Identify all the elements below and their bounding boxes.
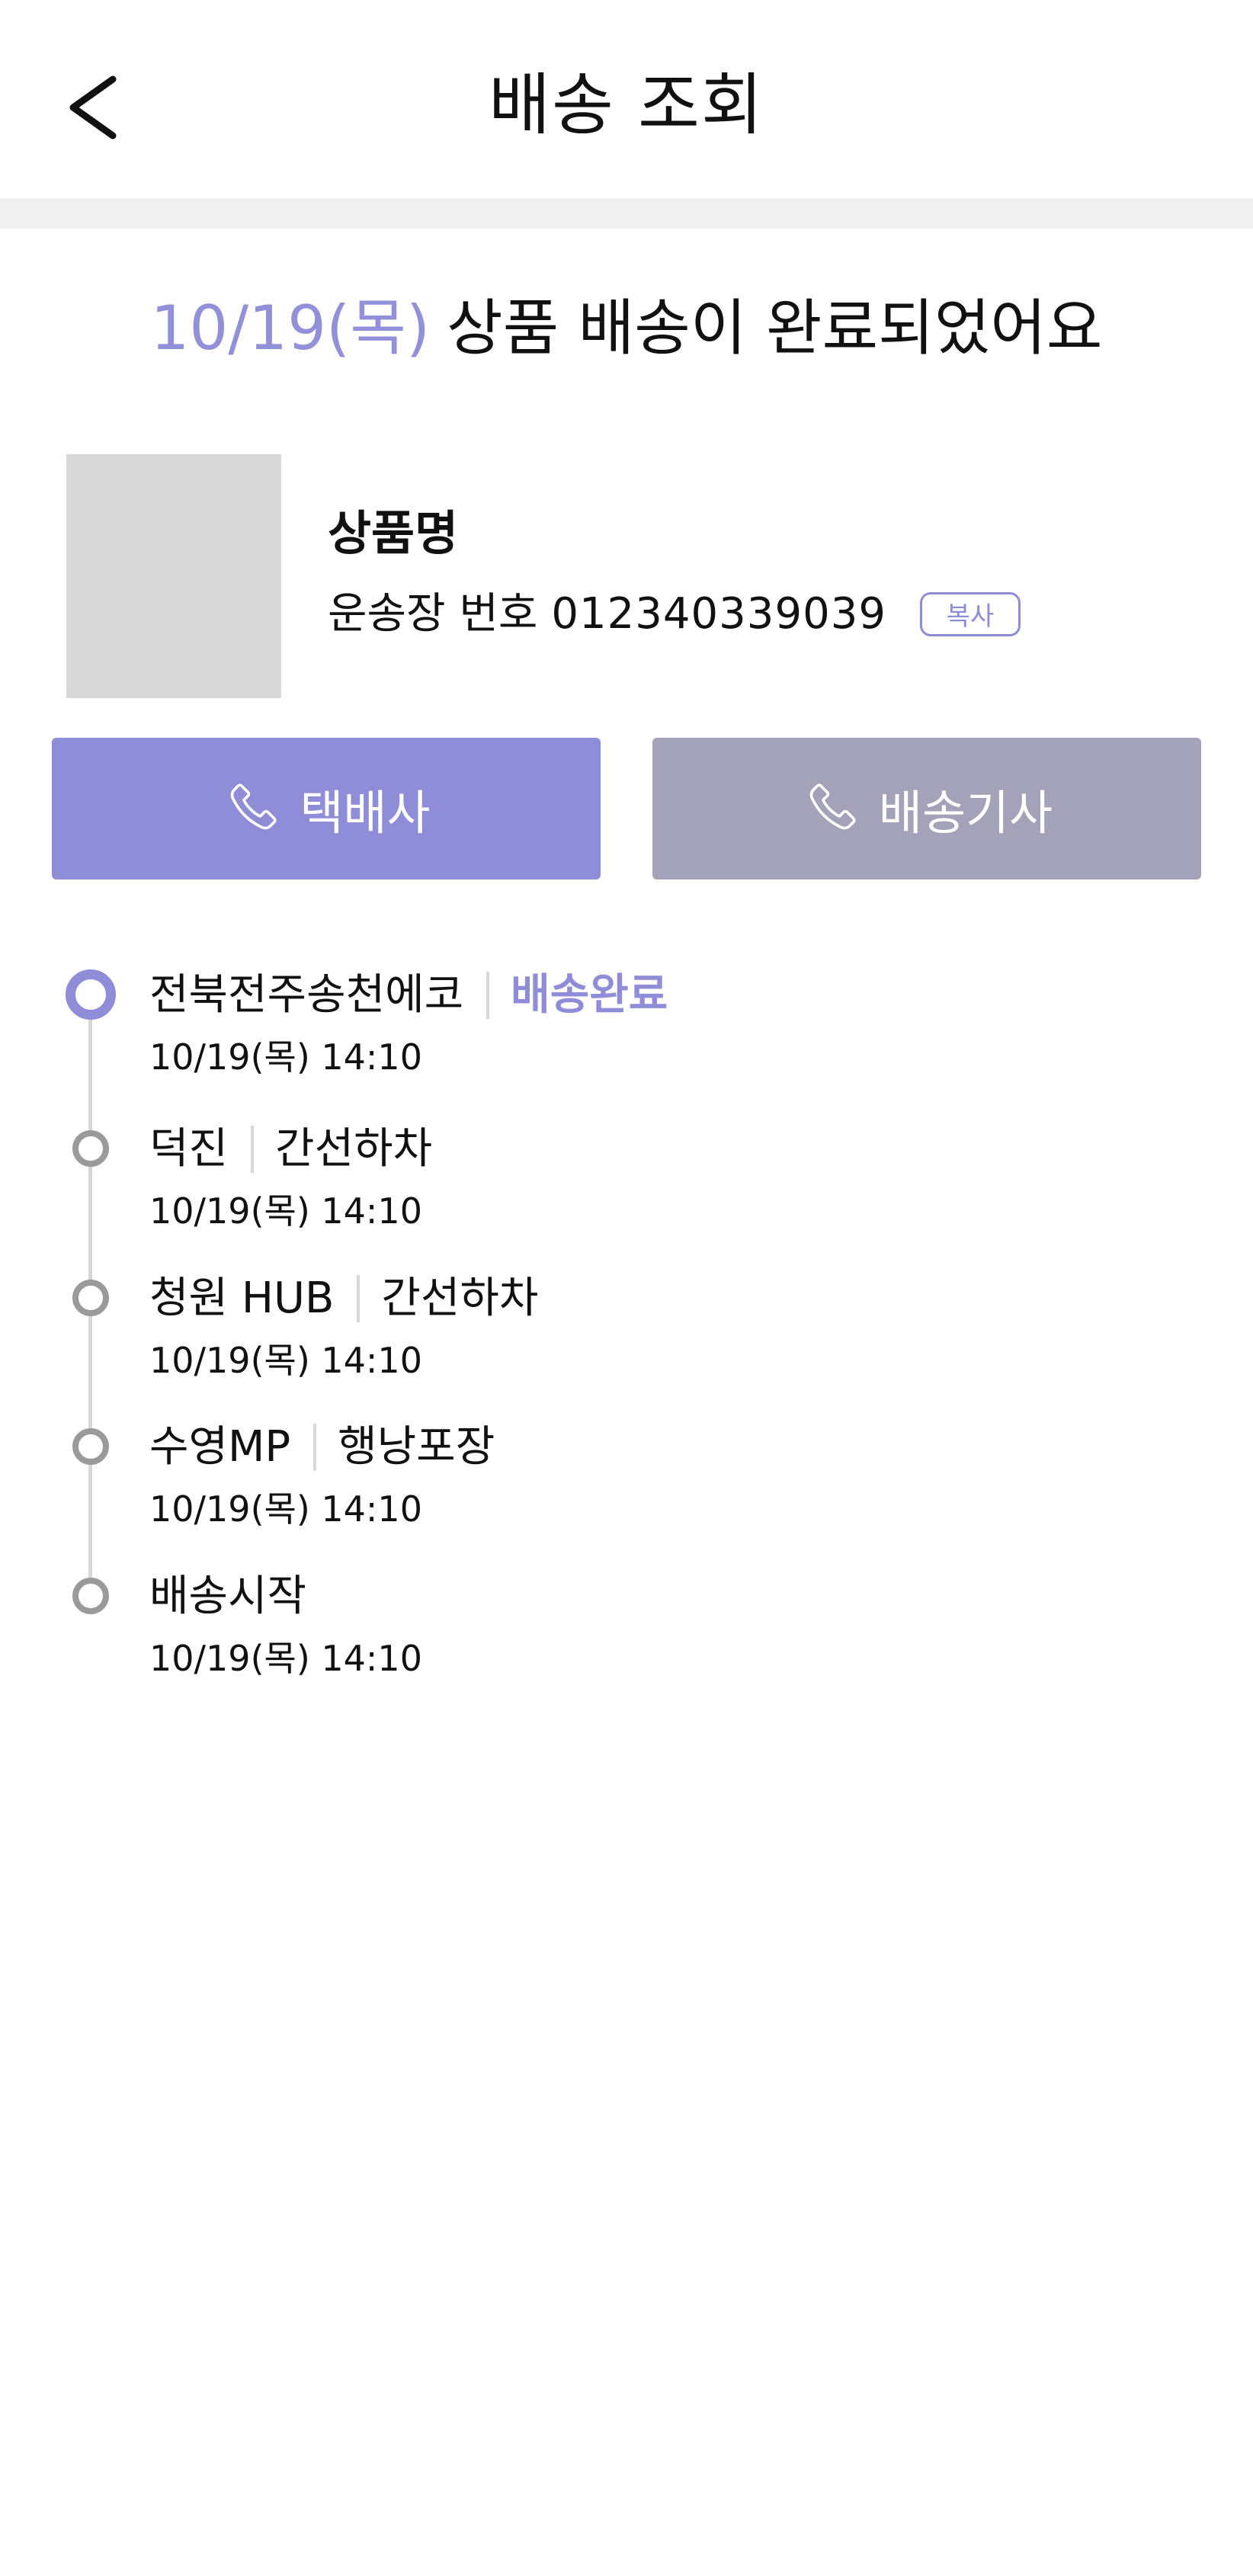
timeline-item: 청원 HUB 간선하차 10/19(목) 14:10 (149, 1268, 538, 1387)
timeline-separator (486, 972, 490, 1019)
timeline-time: 10/19(목) 14:10 (149, 1340, 422, 1381)
call-courier-label: 택배사 (300, 785, 431, 841)
timeline-location: 덕진 (149, 1124, 229, 1174)
timeline-dot (72, 1280, 109, 1316)
section-divider (0, 198, 1253, 229)
timeline-time: 10/19(목) 14:10 (149, 1638, 422, 1679)
timeline-item: 수영MP 행낭포장 10/19(목) 14:10 (149, 1417, 495, 1536)
timeline-status: 간선하차 (275, 1124, 433, 1174)
timeline-status: 간선하차 (381, 1274, 539, 1323)
call-driver-button[interactable]: 배송기사 (652, 738, 1201, 879)
delivery-status-headline: 10/19(목) 상품 배송이 완료되었어요 (0, 287, 1253, 370)
timeline-status: 행낭포장 (338, 1422, 495, 1472)
delivery-date: 10/19(목) (150, 293, 431, 364)
header: 배송 조회 (0, 0, 1253, 198)
product-name: 상품명 (328, 505, 459, 561)
timeline-item: 전북전주송천에코 배송완료 10/19(목) 14:10 (149, 965, 668, 1084)
timeline-location: 전북전주송천에코 (149, 970, 464, 1020)
phone-icon (222, 779, 281, 838)
delivery-status-text: 상품 배송이 완료되었어요 (447, 293, 1103, 364)
timeline-location: 배송시작 (149, 1572, 307, 1621)
timeline-location: 청원 HUB (149, 1274, 335, 1323)
timeline-item: 덕진 간선하차 10/19(목) 14:10 (149, 1119, 432, 1238)
timeline-item: 배송시작 10/19(목) 14:10 (149, 1566, 422, 1685)
timeline-dot (72, 1578, 109, 1614)
timeline-status: 배송완료 (511, 970, 668, 1020)
timeline-time: 10/19(목) 14:10 (149, 1488, 422, 1530)
timeline-separator (357, 1275, 361, 1322)
timeline-time: 10/19(목) 14:10 (149, 1036, 422, 1078)
timeline-time: 10/19(목) 14:10 (149, 1190, 422, 1232)
timeline-dot (72, 1428, 109, 1465)
timeline-separator (313, 1424, 317, 1471)
page-title: 배송 조회 (489, 66, 764, 144)
timeline-location: 수영MP (149, 1422, 291, 1472)
timeline-dot-current (66, 969, 116, 1020)
call-driver-label: 배송기사 (878, 785, 1053, 841)
product-thumbnail (66, 454, 281, 698)
copy-button[interactable]: 복사 (919, 592, 1021, 636)
tracking-number: 012340339039 (551, 589, 886, 639)
tracking-number-row: 운송장 번호 012340339039 복사 (328, 584, 1021, 645)
timeline-dot (72, 1130, 109, 1167)
timeline-separator (251, 1126, 255, 1173)
phone-icon (801, 779, 860, 838)
call-courier-button[interactable]: 택배사 (52, 738, 601, 879)
tracking-label: 운송장 번호 (328, 589, 538, 639)
